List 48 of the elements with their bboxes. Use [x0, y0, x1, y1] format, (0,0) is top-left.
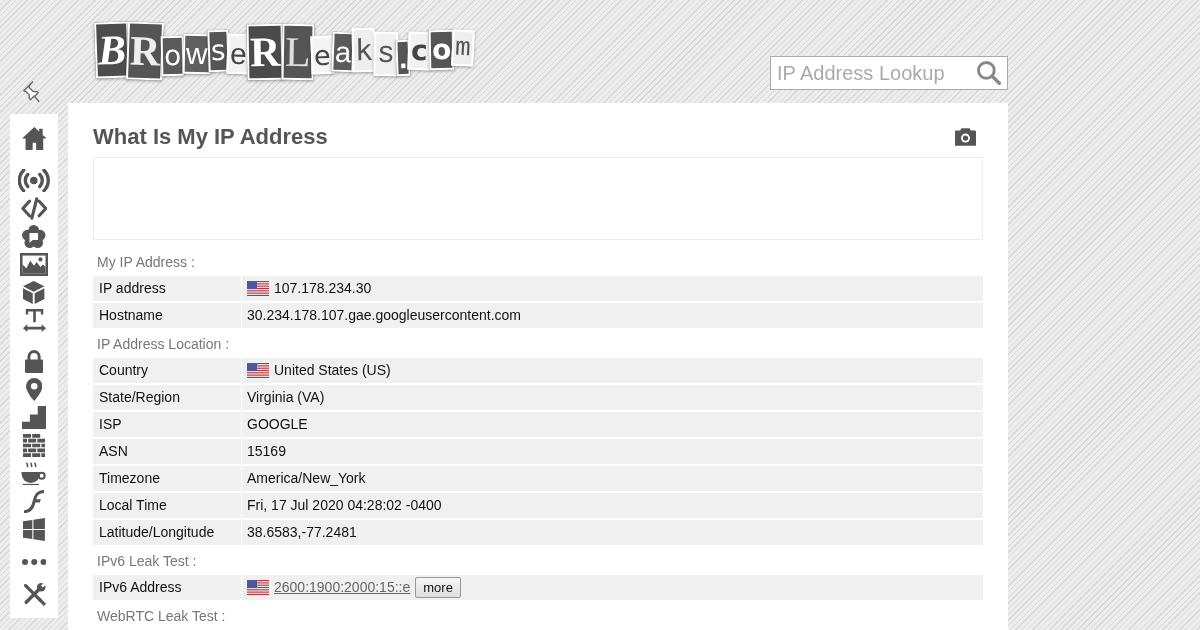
- row-value: 15169: [247, 442, 286, 461]
- row-label: ISP: [99, 415, 122, 434]
- search-icon[interactable]: [977, 61, 1001, 85]
- cube-icon[interactable]: [23, 280, 45, 304]
- flower-icon[interactable]: [22, 224, 46, 248]
- window-panes-icon[interactable]: [23, 517, 45, 541]
- row-label: Local Time: [99, 496, 167, 515]
- section-heading: WebRTC Leak Test :: [97, 606, 226, 626]
- row-value: Fri, 17 Jul 2020 04:28:02 -0400: [247, 496, 442, 515]
- row-label: IP address: [99, 279, 166, 298]
- map-pin-icon[interactable]: [25, 377, 43, 401]
- row-value: America/New_York: [247, 469, 366, 488]
- row-value: United States (US): [274, 361, 391, 380]
- stairs-icon[interactable]: [21, 405, 47, 429]
- page-title: What Is My IP Address: [93, 123, 328, 151]
- row-label: Latitude/Longitude: [99, 523, 215, 542]
- row-value: 30.234.178.107.gae.googleusercontent.com: [247, 306, 521, 325]
- row-label: State/Region: [99, 388, 180, 407]
- flag-icon: [247, 281, 269, 296]
- row-value: GOOGLE: [247, 415, 308, 434]
- tools-icon[interactable]: [22, 582, 46, 606]
- section-heading: IPv6 Leak Test :: [97, 551, 197, 571]
- code-icon[interactable]: [20, 196, 48, 220]
- row-value: 107.178.234.30: [274, 279, 372, 298]
- row-value: Virginia (VA): [247, 388, 325, 407]
- address-link[interactable]: 2600:1900:2000:15::e: [274, 577, 411, 598]
- flag-icon: [247, 580, 269, 595]
- more-icon[interactable]: [21, 559, 47, 565]
- camera-icon[interactable]: [955, 128, 976, 146]
- home-icon[interactable]: [21, 126, 47, 150]
- row-value: 38.6583,-77.2481: [247, 523, 357, 542]
- script-f-icon[interactable]: [23, 489, 45, 513]
- image-icon[interactable]: [19, 252, 49, 276]
- search-field[interactable]: IP Address Lookup: [770, 56, 1008, 90]
- row-label: Country: [99, 361, 149, 380]
- radio-waves-icon[interactable]: [18, 168, 50, 192]
- more-button[interactable]: more: [415, 577, 461, 598]
- row-label: Hostname: [99, 306, 163, 325]
- brick-wall-icon[interactable]: [22, 433, 46, 457]
- section-heading: My IP Address :: [97, 252, 195, 272]
- row-label: Timezone: [99, 469, 160, 488]
- coffee-cup-icon[interactable]: [21, 461, 47, 485]
- row-label: IPv6 Address: [99, 578, 182, 597]
- section-heading: IP Address Location :: [97, 334, 230, 354]
- flag-icon: [247, 363, 269, 378]
- text-width-icon[interactable]: [22, 308, 46, 332]
- row-label: ASN: [99, 442, 128, 461]
- lock-icon[interactable]: [24, 349, 44, 373]
